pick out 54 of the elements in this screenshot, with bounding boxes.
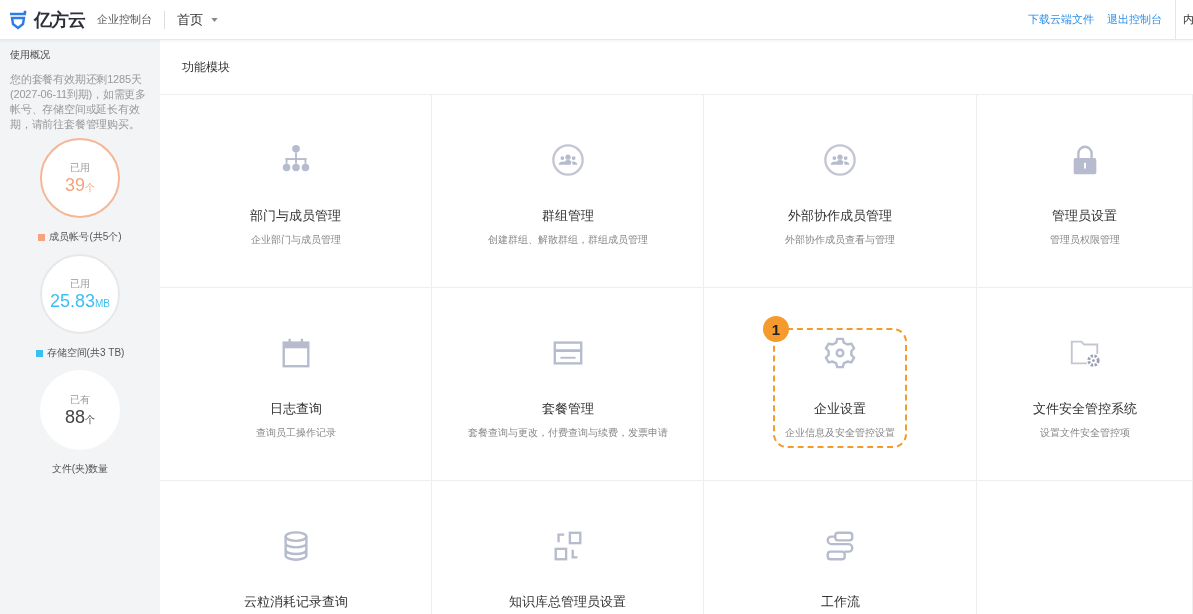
usage-caption: 已用 bbox=[70, 160, 90, 175]
usage-value: 39个 bbox=[65, 174, 95, 196]
module-title: 企业设置 bbox=[814, 400, 866, 418]
logo-icon bbox=[8, 9, 28, 30]
legend-label: 存储空间(共3 TB) bbox=[46, 346, 125, 360]
module-title: 部门与成员管理 bbox=[250, 207, 341, 225]
module-title: 日志查询 bbox=[269, 400, 322, 418]
module-title: 工作流 bbox=[820, 593, 860, 611]
step-badge: 1 bbox=[763, 316, 789, 342]
module-title: 套餐管理 bbox=[541, 400, 594, 418]
module-tile[interactable]: 外部协作成员管理 外部协作成员查看与管理 bbox=[704, 95, 977, 288]
usage-caption: 已有 bbox=[70, 392, 90, 407]
module-title: 管理员设置 bbox=[1052, 207, 1117, 225]
module-description: 创建群组、解散群组，群组成员管理 bbox=[487, 233, 648, 247]
module-tile[interactable]: 部门与成员管理 企业部门与成员管理 bbox=[160, 95, 432, 288]
module-description: 外部协作成员查看与管理 bbox=[785, 233, 895, 247]
usage-value: 88个 bbox=[65, 406, 95, 428]
module-tile[interactable]: 管理员设置 管理员权限管理 bbox=[977, 95, 1193, 288]
group-icon bbox=[823, 143, 857, 177]
module-tile[interactable]: 文件安全管控系统 设置文件安全管控项 bbox=[977, 288, 1193, 481]
module-tile[interactable]: 工作流 bbox=[704, 481, 977, 614]
settings-icon bbox=[823, 336, 857, 370]
module-tile[interactable]: 1 企业设置 企业信息及安全管控设置 bbox=[704, 288, 977, 481]
module-tile[interactable]: 日志查询 查询员工操作记录 bbox=[160, 288, 432, 481]
module-title: 云粒消耗记录查询 bbox=[243, 593, 348, 611]
header-link[interactable]: 退出控制台 bbox=[1107, 12, 1162, 27]
module-description: 套餐查询与更改，付费查询与续费，发票申请 bbox=[467, 426, 668, 440]
header-text: 内 bbox=[1183, 12, 1193, 27]
legend-label: 文件(夹)数量 bbox=[51, 462, 109, 476]
module-tile[interactable]: 套餐管理 套餐查询与更改，付费查询与续费，发票申请 bbox=[432, 288, 704, 481]
module-tile[interactable]: 群组管理 创建群组、解散群组，群组成员管理 bbox=[432, 95, 704, 288]
module-tile[interactable]: 知识库总管理员设置 bbox=[432, 481, 704, 614]
caret-icon bbox=[211, 17, 218, 22]
logo-text: 亿方云 bbox=[34, 8, 85, 32]
group-icon bbox=[550, 143, 585, 177]
usage-caption: 已用 bbox=[70, 276, 90, 291]
module-title: 文件安全管控系统 bbox=[1032, 400, 1137, 418]
module-title: 外部协作成员管理 bbox=[788, 207, 892, 225]
sidebar-title: 使用概况 bbox=[10, 48, 51, 62]
home-dropdown[interactable]: 首页 bbox=[177, 10, 218, 29]
module-title: 知识库总管理员设置 bbox=[509, 593, 626, 611]
module-description: 企业信息及安全管控设置 bbox=[785, 426, 895, 440]
usage-value: 25.83MB bbox=[49, 290, 110, 312]
plan-notice: 您的套餐有效期还剩1285天(2027-06-11到期)，如需更多帐号、存储空间或延长有效期，请前往套餐管理购买。 bbox=[10, 72, 147, 132]
legend-label: 成员帐号(共5个) bbox=[49, 230, 122, 244]
console-label: 企业控制台 bbox=[97, 12, 152, 27]
module-description: 管理员权限管理 bbox=[1049, 233, 1120, 247]
module-description: 企业部门与成员管理 bbox=[250, 233, 341, 247]
header-link[interactable]: 下载云端文件 bbox=[1028, 12, 1094, 27]
module-description: 查询员工操作记录 bbox=[255, 426, 336, 440]
section-title: 功能模块 bbox=[160, 40, 1193, 95]
module-description: 设置文件安全管控项 bbox=[1039, 426, 1130, 440]
module-tile[interactable]: 云粒消耗记录查询 bbox=[160, 481, 432, 614]
module-title: 群组管理 bbox=[541, 207, 594, 225]
